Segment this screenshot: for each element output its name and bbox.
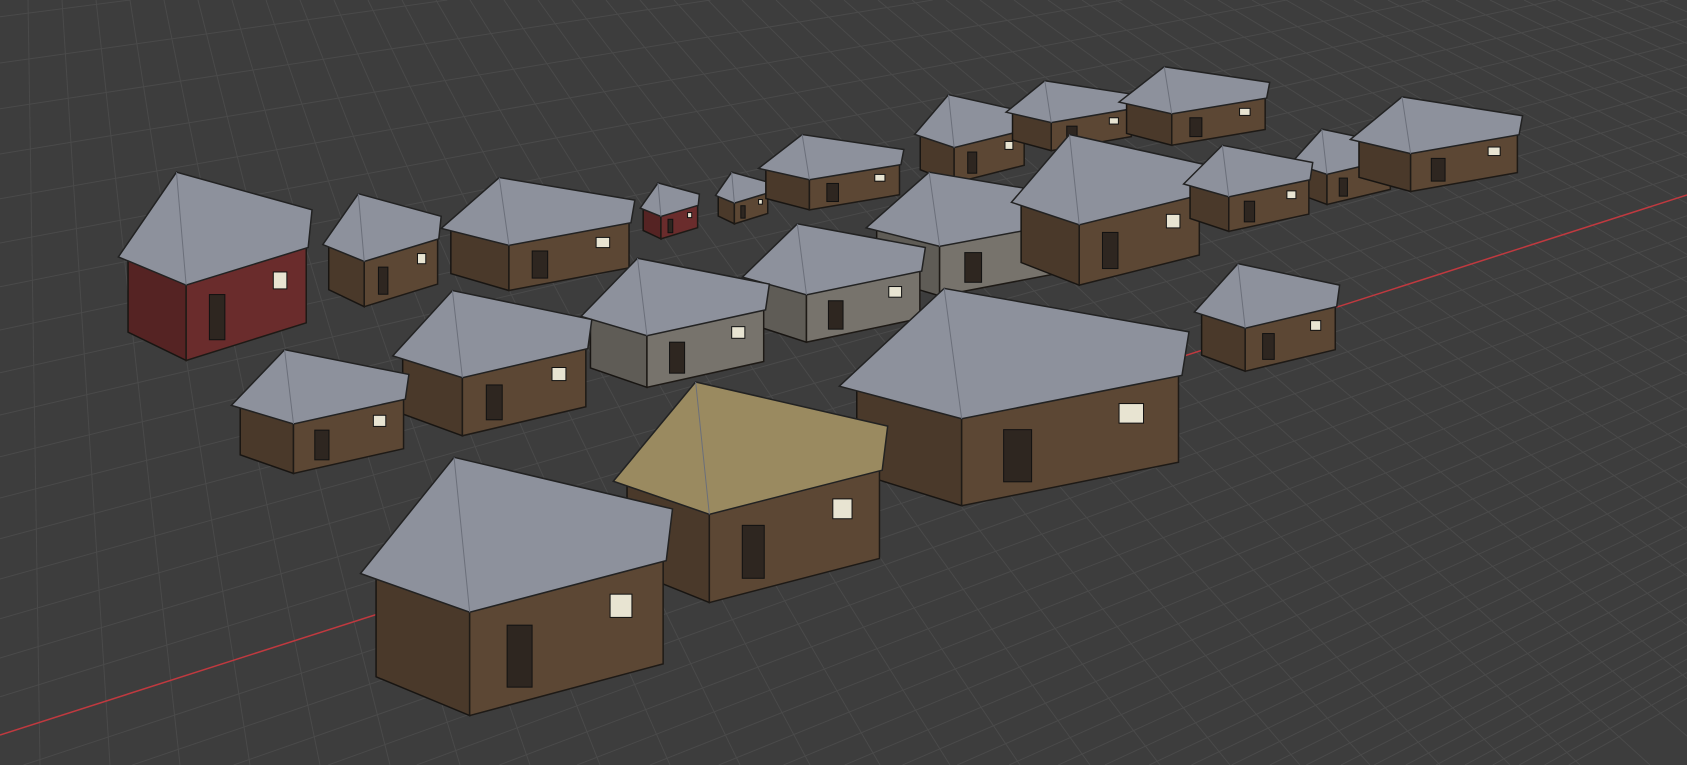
house-model bbox=[1193, 262, 1341, 373]
window bbox=[272, 271, 288, 290]
door bbox=[741, 524, 765, 579]
window bbox=[874, 173, 886, 182]
house-model bbox=[229, 348, 410, 475]
window bbox=[1004, 140, 1014, 150]
grid-line bbox=[27, 0, 41, 765]
door bbox=[314, 429, 330, 461]
grid-line bbox=[1523, 0, 1687, 79]
3d-viewport[interactable] bbox=[0, 0, 1687, 765]
door bbox=[667, 218, 674, 234]
scene-canvas[interactable] bbox=[0, 0, 1687, 765]
grid-line bbox=[1568, 697, 1687, 765]
house-model bbox=[1348, 96, 1524, 193]
grid-line bbox=[0, 0, 131, 18]
grid-line bbox=[1518, 671, 1687, 765]
window bbox=[832, 498, 853, 520]
house-model bbox=[359, 456, 674, 717]
door bbox=[506, 624, 533, 688]
window bbox=[1310, 320, 1322, 331]
window bbox=[416, 253, 427, 265]
door bbox=[967, 151, 978, 174]
grid-line bbox=[1557, 0, 1687, 61]
window bbox=[551, 367, 567, 382]
door bbox=[740, 205, 746, 219]
window bbox=[1239, 107, 1251, 116]
grid-line bbox=[1104, 493, 1687, 765]
house-model bbox=[714, 171, 771, 225]
door bbox=[826, 182, 839, 203]
grid-line bbox=[1008, 460, 1687, 765]
window bbox=[731, 326, 746, 339]
house-model bbox=[439, 176, 636, 292]
door bbox=[827, 300, 844, 330]
house-model bbox=[1010, 133, 1206, 287]
door bbox=[1338, 177, 1348, 197]
window bbox=[888, 286, 903, 298]
door bbox=[377, 266, 389, 295]
grid-line bbox=[1625, 0, 1687, 28]
door bbox=[669, 341, 686, 374]
house-model bbox=[117, 171, 313, 362]
window bbox=[1108, 117, 1119, 125]
house-model bbox=[639, 182, 701, 241]
grid-line bbox=[1306, 572, 1687, 765]
window bbox=[758, 199, 763, 205]
grid-line bbox=[957, 443, 1687, 765]
house-model bbox=[579, 257, 771, 389]
door bbox=[1243, 200, 1256, 223]
grid-line bbox=[1455, 0, 1687, 117]
window bbox=[372, 414, 387, 427]
door bbox=[1101, 231, 1119, 270]
window bbox=[609, 593, 633, 618]
window bbox=[1286, 190, 1297, 200]
grid-line bbox=[0, 0, 448, 64]
house-model bbox=[756, 133, 905, 211]
grid-line bbox=[95, 0, 181, 765]
window bbox=[1118, 403, 1145, 424]
window bbox=[1165, 213, 1181, 229]
grid-line bbox=[1149, 510, 1687, 765]
door bbox=[531, 250, 549, 279]
door bbox=[1262, 333, 1275, 360]
window bbox=[687, 212, 693, 219]
grid-line bbox=[1435, 631, 1687, 765]
house-model bbox=[321, 192, 442, 308]
grid-line bbox=[129, 0, 251, 765]
grid-line bbox=[1191, 526, 1687, 765]
window bbox=[595, 236, 611, 249]
window bbox=[1487, 146, 1501, 157]
house-model bbox=[1117, 65, 1271, 147]
grid-line bbox=[1659, 0, 1687, 13]
door bbox=[964, 252, 983, 283]
door bbox=[1430, 157, 1446, 182]
door bbox=[208, 294, 226, 341]
door bbox=[485, 384, 503, 421]
door bbox=[1003, 429, 1033, 483]
grid-line bbox=[61, 0, 111, 765]
grid-line bbox=[1373, 602, 1687, 765]
door bbox=[1189, 117, 1203, 138]
grid-line bbox=[1492, 658, 1687, 765]
